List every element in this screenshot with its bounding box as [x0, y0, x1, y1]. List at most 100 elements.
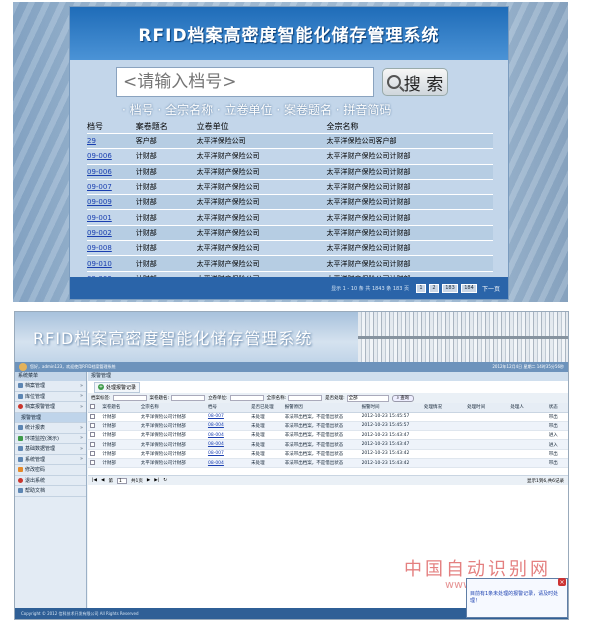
archive-number-link[interactable]: 08-004	[207, 458, 252, 469]
results-row[interactable]: 09-006 计财部 太平洋财产保险公司 太平洋财产保险公司计财部	[87, 164, 493, 180]
sidebar-item[interactable]: 基础数据管理 »	[15, 444, 86, 455]
archive-number-link[interactable]: 09-001	[87, 209, 136, 226]
alarm-row[interactable]: 计财部 太平洋保险公司计财部 08-004 未处理 非法带出档案，不是借出状态 2012-…	[88, 439, 568, 450]
archive-number-link[interactable]: 09-007	[87, 179, 136, 196]
query-button-label: 查询	[400, 396, 410, 401]
close-icon[interactable]: ×	[558, 578, 566, 586]
pager-last-icon[interactable]: ▶|	[154, 478, 159, 483]
pager-page-2[interactable]: 2	[428, 283, 439, 293]
sidebar-item-icon	[18, 477, 23, 483]
copyright: Copyright © 2012 信科技术开发有限公司 All Rights R…	[21, 610, 139, 616]
archive-number-link[interactable]: 09-006	[87, 164, 136, 180]
sidebar-item[interactable]: 统计报表 »	[15, 423, 86, 434]
welcome-bar: 您好，admin123，欢迎使用RFID档案管理系统 2012年12月4日 星期…	[15, 362, 568, 372]
alarm-row[interactable]: 计财部 太平洋保险公司计财部 08-007 未处理 非法带出档案，不是借出状态 2012-…	[88, 449, 568, 460]
filter-fonds-input[interactable]	[288, 395, 323, 401]
search-button[interactable]: 搜 索	[382, 68, 448, 96]
results-row[interactable]: 29 客户部 太平洋保险公司 太平洋保险公司客户部	[87, 133, 493, 150]
results-row[interactable]: 09-002 计财部 太平洋财产保险公司 太平洋财产保险公司计财部	[87, 225, 493, 242]
alarm-column-header: 报警原因	[284, 403, 362, 413]
row-checkbox[interactable]	[90, 422, 95, 428]
results-cell: 计财部	[135, 148, 197, 165]
chevron-right-icon: »	[79, 403, 83, 410]
archive-number-link[interactable]: 08-004	[207, 430, 252, 441]
pager-page-184[interactable]: 184	[460, 283, 477, 293]
alarm-row[interactable]: 计财部 太平洋保险公司计财部 08-007 未处理 非法带出档案，不是借出状态 2012-…	[88, 412, 568, 422]
results-row[interactable]: 09-006 计财部 太平洋财产保险公司 太平洋财产保险公司计财部	[87, 148, 493, 165]
row-checkbox-cell[interactable]	[88, 421, 103, 432]
sidebar-item[interactable]: 帮助文档	[15, 486, 86, 497]
results-cell: 太平洋财产保险公司计财部	[326, 225, 493, 242]
filter-tag-input[interactable]	[112, 395, 147, 401]
sidebar-item-icon	[18, 446, 23, 452]
results-cell: 计财部	[135, 194, 197, 211]
process-alarm-button[interactable]: + 处理报警记录	[94, 381, 141, 393]
sidebar-item[interactable]: 库位管理 »	[15, 392, 86, 402]
results-row[interactable]: 09-009 计财部 太平洋财产保险公司 太平洋财产保险公司计财部	[87, 194, 493, 211]
select-all-checkbox-cell[interactable]	[88, 403, 103, 413]
alarm-pager: |◀ ◀ 第 1 共1页 ▶ ▶| ↻ 显示1到6,共6记录	[88, 475, 568, 485]
pager-refresh-icon[interactable]: ↻	[163, 478, 167, 483]
archive-number-link[interactable]: 08-004	[207, 421, 252, 432]
alarm-row[interactable]: 计财部 太平洋保险公司计财部 08-004 未处理 非法带出档案，不是借出状态 2012-…	[88, 458, 568, 469]
row-checkbox-cell[interactable]	[88, 412, 103, 422]
results-row[interactable]: 09-010 计财部 太平洋财产保险公司 太平洋财产保险公司计财部	[87, 255, 493, 272]
alarm-cell: 未处理	[251, 439, 285, 450]
pager-next-button[interactable]: 下一页	[482, 284, 500, 293]
pager-page-input[interactable]: 1	[116, 477, 127, 484]
archive-number-link[interactable]: 08-004	[207, 439, 252, 450]
admin-header: RFID档案高密度智能化储存管理系统	[15, 312, 568, 362]
row-checkbox-cell[interactable]	[88, 430, 103, 441]
row-checkbox[interactable]	[90, 450, 95, 456]
select-all-checkbox[interactable]	[90, 404, 95, 410]
row-checkbox[interactable]	[90, 413, 95, 419]
alarm-popup-text[interactable]: 目前有1条未处理的报警记录，请及时处理！	[470, 591, 564, 605]
archive-number-link[interactable]: 09-006	[87, 148, 136, 165]
archive-number-link[interactable]: 08-007	[207, 449, 252, 460]
pager-first-icon[interactable]: |◀	[92, 478, 97, 483]
filter-processed-select[interactable]: 全部	[346, 394, 389, 402]
results-row[interactable]: 09-008 计财部 太平洋财产保险公司 太平洋财产保险公司计财部	[87, 240, 493, 257]
main-header: 报警管理	[88, 372, 568, 381]
alarm-cell: 计财部	[102, 458, 141, 469]
sidebar-item[interactable]: 档案报警管理 »	[15, 402, 86, 413]
row-checkbox[interactable]	[90, 432, 95, 438]
archive-number-link[interactable]: 29	[87, 133, 136, 150]
results-row[interactable]: 09-001 计财部 太平洋财产保险公司 太平洋财产保险公司计财部	[87, 209, 493, 226]
row-checkbox[interactable]	[90, 441, 95, 447]
process-alarm-label: 处理报警记录	[106, 384, 137, 391]
sidebar-item[interactable]: 退出系统	[15, 476, 86, 486]
sidebar-item-label: 帮助文档	[25, 488, 46, 495]
row-checkbox-cell[interactable]	[88, 449, 103, 460]
sidebar-item[interactable]: 环境监控(演示) »	[15, 434, 86, 444]
row-checkbox[interactable]	[90, 460, 95, 466]
row-checkbox-cell[interactable]	[88, 439, 103, 450]
sidebar-item[interactable]: 档案管理 »	[15, 381, 86, 392]
archive-number-link[interactable]: 09-010	[87, 255, 136, 272]
filter-title-input[interactable]	[171, 395, 206, 401]
archive-number-link[interactable]: 09-002	[87, 225, 136, 242]
archive-number-link[interactable]: 09-008	[87, 240, 136, 257]
alarm-row[interactable]: 计财部 太平洋保险公司计财部 08-004 未处理 非法带出档案，不是借出状态 2012-…	[88, 430, 568, 441]
sidebar-item[interactable]: 系统管理 »	[15, 455, 86, 465]
archive-number-link[interactable]: 09-009	[87, 194, 136, 211]
pager-page-183[interactable]: 183	[441, 283, 458, 293]
search-input[interactable]	[116, 67, 374, 97]
sidebar-item[interactable]: 报警管理	[15, 412, 86, 423]
alarm-cell: 未处理	[251, 421, 285, 432]
chevron-right-icon: »	[79, 393, 83, 400]
archive-number-link[interactable]: 08-007	[207, 412, 252, 422]
filter-tag-label: 档案标签:	[91, 396, 111, 401]
pager-next-icon[interactable]: ▶	[147, 478, 150, 483]
sidebar-item-label: 退出系统	[25, 477, 46, 484]
search-icon	[386, 75, 401, 89]
pager-prev-icon[interactable]: ◀	[101, 478, 104, 483]
filter-unit-input[interactable]	[229, 395, 264, 401]
results-row[interactable]: 09-007 计财部 太平洋财产保险公司 太平洋财产保险公司计财部	[87, 179, 493, 196]
sidebar-item[interactable]: 修改密码	[15, 465, 86, 476]
row-checkbox-cell[interactable]	[88, 458, 103, 469]
alarm-row[interactable]: 计财部 太平洋保险公司计财部 08-004 未处理 非法带出档案，不是借出状态 2012-…	[88, 421, 568, 432]
query-button[interactable]: ⌕ 查询	[391, 394, 415, 402]
results-cell: 太平洋财产保险公司	[196, 164, 327, 180]
pager-page-1[interactable]: 1	[415, 283, 426, 293]
